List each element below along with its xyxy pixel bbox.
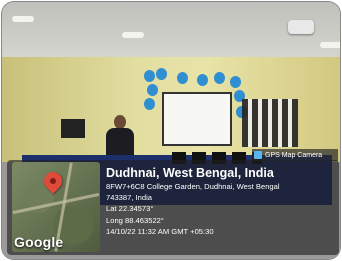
person-head: [114, 115, 126, 129]
location-info: Dudhnai, West Bengal, India 8FW7+6C8 Col…: [106, 166, 338, 237]
balloon: [156, 68, 167, 80]
projector: [288, 20, 314, 34]
latitude: Lat 22.34573°: [106, 204, 154, 214]
balloon: [144, 70, 155, 82]
timestamp: 14/10/22 11:32 AM GMT +05:30: [106, 226, 214, 236]
location-title: Dudhnai, West Bengal, India: [106, 166, 274, 180]
balloon: [177, 72, 188, 84]
ceiling-light: [320, 42, 340, 48]
address-line-1: 8FW7+6C8 College Garden, Dudhnai, West B…: [106, 182, 280, 191]
address-line-2: 743387, India: [106, 193, 153, 203]
photo-frame: GPS Map Camera Google Dudhnai, West Beng…: [2, 2, 340, 259]
balloon: [214, 72, 225, 84]
projector-screen: [162, 92, 232, 146]
map-road: [12, 192, 100, 215]
badge-label: GPS Map Camera: [265, 151, 323, 159]
ceiling-light: [122, 32, 144, 38]
camera-app-icon: [254, 151, 262, 159]
google-logo: Google: [14, 234, 64, 250]
photo-board: [242, 99, 298, 147]
person-body: [106, 128, 134, 157]
balloon: [144, 98, 155, 110]
television: [61, 119, 85, 138]
ceiling-light: [12, 16, 34, 22]
balloon: [230, 76, 241, 88]
balloon: [147, 84, 158, 96]
balloon: [197, 74, 208, 86]
person: [106, 115, 134, 157]
longitude: Long 88.463522°: [106, 215, 164, 225]
